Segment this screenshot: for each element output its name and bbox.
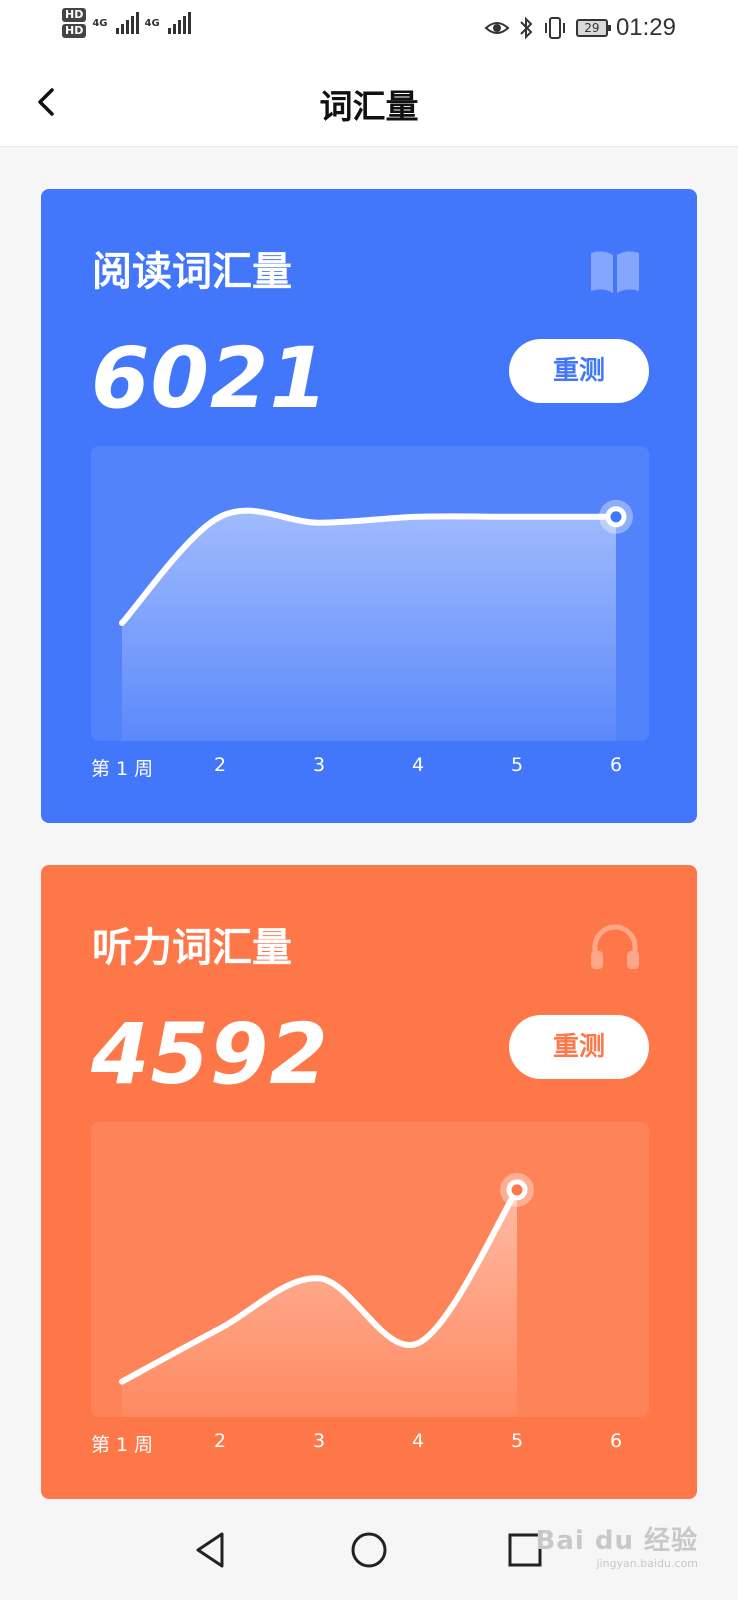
system-nav-bar: Bai du 经验 jingyan.baidu.com <box>0 1500 738 1600</box>
chart-area <box>122 510 616 741</box>
watermark: Bai du 经验 jingyan.baidu.com <box>535 1526 699 1570</box>
status-icons: 29 01:29 <box>484 14 676 42</box>
retest-button[interactable]: 重测 <box>509 1015 649 1079</box>
listening-vocabulary-card: 听力词汇量 4592 重测 第 1 周 2 3 4 5 6 <box>41 865 697 1499</box>
reading-vocabulary-card: 阅读词汇量 6021 重测 第 1 周 2 3 4 5 6 <box>41 189 697 823</box>
page-title: 词汇量 <box>319 87 419 126</box>
weekly-chart <box>91 1122 649 1417</box>
eye-icon <box>484 22 510 34</box>
chart-point <box>119 620 125 626</box>
vocabulary-count: 4592 <box>91 1005 329 1103</box>
chart-point <box>217 514 223 520</box>
hd-badge-2: HD <box>62 24 87 38</box>
signal-group: HD HD 4G 4G <box>62 8 191 38</box>
week-label: 第 1 周 <box>91 1434 154 1456</box>
week-label: 3 <box>312 754 326 776</box>
back-triangle-icon[interactable] <box>190 1528 234 1572</box>
week-label: 第 1 周 <box>91 758 154 780</box>
chart-point <box>415 1340 421 1346</box>
week-label: 5 <box>510 754 524 776</box>
highlight-point <box>605 506 627 528</box>
network-type-2: 4G <box>144 17 160 29</box>
week-label: 3 <box>312 1430 326 1452</box>
week-label: 6 <box>609 1430 623 1452</box>
chart-point <box>316 520 322 526</box>
week-axis: 第 1 周 2 3 4 5 6 <box>91 1430 649 1460</box>
week-label: 5 <box>510 1430 524 1452</box>
highlight-point <box>506 1179 528 1201</box>
chart-svg <box>119 499 633 741</box>
week-axis: 第 1 周 2 3 4 5 6 <box>91 754 649 784</box>
vocabulary-count: 6021 <box>91 329 329 427</box>
clock: 01:29 <box>615 14 676 41</box>
retest-button[interactable]: 重测 <box>509 339 649 403</box>
hd-badge-1: HD <box>62 8 87 22</box>
card-title: 阅读词汇量 <box>92 249 292 295</box>
home-circle-icon[interactable] <box>347 1528 391 1572</box>
bluetooth-icon <box>520 16 533 40</box>
chart-point <box>217 1326 223 1332</box>
headphones-icon <box>591 924 639 969</box>
chart-point <box>514 514 520 520</box>
week-label: 4 <box>411 754 425 776</box>
network-type-1: 4G <box>92 17 108 29</box>
week-label: 2 <box>213 754 227 776</box>
title-bar: 词汇量 <box>0 60 738 147</box>
battery-icon: 29 <box>575 19 611 37</box>
signal-icon-1 <box>115 12 139 34</box>
card-title: 听力词汇量 <box>92 925 292 971</box>
status-bar: HD HD 4G 4G 29 01:29 <box>0 0 738 60</box>
chart-point <box>316 1275 322 1281</box>
chart-area <box>122 1189 517 1417</box>
week-label: 2 <box>213 1430 227 1452</box>
week-label: 6 <box>609 754 623 776</box>
weekly-chart <box>91 446 649 741</box>
chart-point <box>119 1379 125 1385</box>
week-label: 4 <box>411 1430 425 1452</box>
book-icon <box>591 251 639 293</box>
signal-icon-2 <box>167 12 191 34</box>
vibrate-icon <box>544 17 565 39</box>
chart-svg <box>119 1172 534 1417</box>
chart-point <box>415 514 421 520</box>
